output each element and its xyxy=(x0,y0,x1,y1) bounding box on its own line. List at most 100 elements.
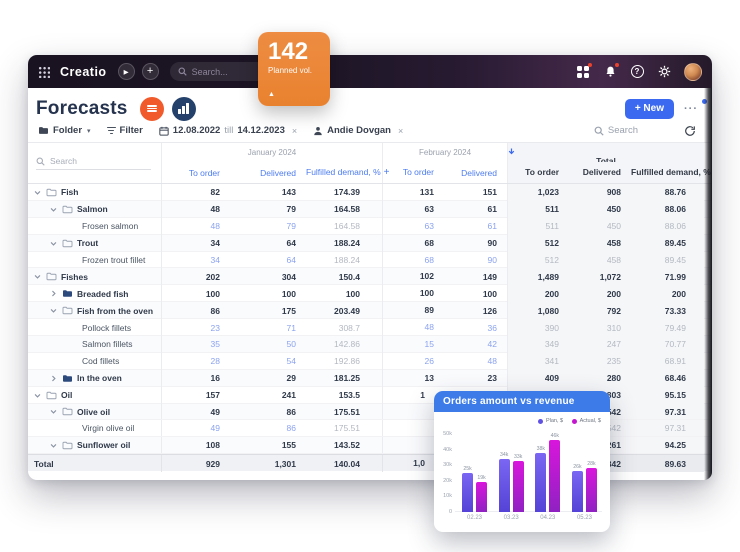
table-row[interactable]: Fishes 202 304 150.4 102 149 1,489 1,072… xyxy=(28,268,712,286)
cell-total-to-order[interactable]: 1,489 xyxy=(507,268,569,286)
cell-total-fulfilled[interactable]: 88.06 xyxy=(631,217,704,235)
table-row[interactable]: Trout 34 64 188.24 68 90 512 458 89.45 xyxy=(28,234,712,252)
app-launcher-icon[interactable] xyxy=(38,65,50,78)
cell-total-fulfilled[interactable]: 73.33 xyxy=(631,302,704,320)
cell-total-fulfilled[interactable]: 89.45 xyxy=(631,234,704,252)
cell-total-delivered[interactable]: 450 xyxy=(569,200,631,218)
cell-total-fulfilled[interactable]: 89.45 xyxy=(631,251,704,269)
chart-view-button[interactable] xyxy=(171,96,196,121)
chevron-icon[interactable] xyxy=(50,408,58,415)
row-name-cell[interactable]: Salmon xyxy=(28,200,162,218)
cell-total-delivered[interactable]: 1,072 xyxy=(569,268,631,286)
cell-jan-fulfilled[interactable]: 203.49 xyxy=(306,306,382,316)
list-view-button[interactable] xyxy=(139,96,164,121)
cell-jan-fulfilled[interactable]: 150.4 xyxy=(306,272,382,282)
chart-bar[interactable] xyxy=(535,452,547,512)
workspaces-button[interactable] xyxy=(576,62,592,79)
cell-total-fulfilled[interactable]: 95.15 xyxy=(631,386,704,404)
legend-item-plan[interactable]: Plan, $ xyxy=(538,418,563,424)
notifications-button[interactable] xyxy=(603,62,619,79)
row-name-cell[interactable]: Frosen salmon xyxy=(28,217,162,235)
cell-feb-delivered[interactable]: 90 xyxy=(444,255,507,265)
cell-jan-delivered[interactable]: 155 xyxy=(230,440,306,450)
table-row[interactable]: Salmon 48 79 164.58 63 61 511 450 88.06 xyxy=(28,200,712,218)
cell-jan-to-order[interactable]: 48 xyxy=(162,221,230,231)
cell-jan-to-order[interactable]: 34 xyxy=(162,255,230,265)
cell-jan-delivered[interactable]: 86 xyxy=(230,423,306,433)
chevron-icon[interactable] xyxy=(34,189,42,196)
row-name-cell[interactable]: Fishes xyxy=(28,268,162,286)
cell-total-delivered[interactable]: 908 xyxy=(569,184,631,201)
row-name-cell[interactable]: Virgin olive oil xyxy=(28,420,162,437)
cell-feb-to-order[interactable]: 63 xyxy=(382,200,444,218)
chart-bar[interactable] xyxy=(585,468,597,512)
table-row[interactable]: Cod fillets 28 54 192.86 26 48 341 235 6… xyxy=(28,352,712,370)
cell-feb-delivered[interactable]: 48 xyxy=(444,356,507,366)
cell-total-to-order[interactable]: 390 xyxy=(507,319,569,337)
cell-jan-delivered[interactable]: 50 xyxy=(230,339,306,349)
cell-feb-to-order[interactable]: 100 xyxy=(382,285,444,303)
cell-feb-delivered[interactable]: 42 xyxy=(444,339,507,349)
col-header-jan-delivered[interactable]: Delivered xyxy=(230,168,306,178)
table-row[interactable]: In the oven 16 29 181.25 13 23 409 280 6… xyxy=(28,369,712,387)
cell-jan-delivered[interactable]: 100 xyxy=(230,289,306,299)
chevron-icon[interactable] xyxy=(50,240,58,247)
cell-feb-to-order[interactable]: 13 xyxy=(382,369,444,387)
cell-feb-delivered[interactable]: 151 xyxy=(444,187,507,197)
cell-total-delivered[interactable]: 200 xyxy=(569,285,631,303)
cell-jan-fulfilled[interactable]: 174.39 xyxy=(306,187,382,197)
table-row[interactable]: Fish 82 143 174.39 131 151 1,023 908 88.… xyxy=(28,184,712,201)
settings-button[interactable] xyxy=(657,65,671,79)
cell-total-fulfilled[interactable]: 71.99 xyxy=(631,268,704,286)
cell-jan-fulfilled[interactable]: 181.25 xyxy=(306,373,382,383)
row-name-cell[interactable]: Breaded fish xyxy=(28,285,162,303)
remove-owner-filter-icon[interactable]: × xyxy=(398,126,403,136)
cell-total-fulfilled[interactable]: 97.31 xyxy=(631,403,704,420)
cell-total-to-order[interactable]: 1,080 xyxy=(507,302,569,320)
cell-total-delivered[interactable]: 310 xyxy=(569,319,631,337)
cell-jan-delivered[interactable]: 304 xyxy=(230,272,306,282)
cell-total-to-order[interactable]: 512 xyxy=(507,251,569,269)
row-name-cell[interactable]: Sunflower oil xyxy=(28,437,162,454)
cell-feb-to-order[interactable]: 102 xyxy=(382,268,444,286)
chart-bar[interactable] xyxy=(549,440,561,512)
cell-jan-fulfilled[interactable]: 164.58 xyxy=(306,204,382,214)
chart-bar[interactable] xyxy=(512,460,524,512)
cell-jan-to-order[interactable]: 35 xyxy=(162,339,230,349)
cell-total-fulfilled[interactable]: 68.46 xyxy=(631,369,704,387)
cell-feb-delivered[interactable]: 126 xyxy=(444,306,507,316)
cell-total-delivered[interactable]: 280 xyxy=(569,369,631,387)
cell-jan-to-order[interactable]: 100 xyxy=(162,289,230,299)
col-header-jan-fulfilled[interactable]: Fulfilled demand, % + xyxy=(306,167,390,178)
col-header-total-fulfilled[interactable]: Fulfilled demand, % xyxy=(631,162,711,183)
chart-bar[interactable] xyxy=(476,482,487,512)
date-range-filter[interactable]: 12.08.2022 till 14.12.2023 × xyxy=(159,125,297,136)
cell-feb-to-order[interactable]: 48 xyxy=(382,319,444,337)
owner-filter[interactable]: Andie Dovgan × xyxy=(313,125,403,136)
cell-feb-to-order[interactable]: 89 xyxy=(382,302,444,320)
row-name-cell[interactable]: Salmon fillets xyxy=(28,336,162,353)
legend-item-actual[interactable]: Actual, $ xyxy=(572,418,601,424)
chart-popup-header[interactable]: Orders amount vs revenue xyxy=(434,391,610,412)
new-button[interactable]: + New xyxy=(624,98,674,119)
cell-total-to-order[interactable]: 200 xyxy=(507,285,569,303)
toolbar-search-label[interactable]: Search xyxy=(608,125,638,136)
cell-jan-fulfilled[interactable]: 100 xyxy=(306,289,382,299)
chart-bar[interactable] xyxy=(462,473,473,512)
cell-feb-to-order[interactable]: 63 xyxy=(382,217,444,235)
cell-total-fulfilled[interactable]: 68.91 xyxy=(631,352,704,370)
cell-feb-to-order[interactable]: 131 xyxy=(382,184,444,201)
more-button[interactable]: ··· xyxy=(684,103,698,115)
cell-jan-to-order[interactable]: 108 xyxy=(162,440,230,450)
cell-feb-delivered[interactable]: 90 xyxy=(444,238,507,248)
cell-jan-delivered[interactable]: 175 xyxy=(230,306,306,316)
cell-jan-to-order[interactable]: 34 xyxy=(162,238,230,248)
cell-jan-delivered[interactable]: 64 xyxy=(230,255,306,265)
refresh-button[interactable] xyxy=(684,125,696,137)
cell-total-to-order[interactable]: 409 xyxy=(507,369,569,387)
cell-total-to-order[interactable]: 349 xyxy=(507,336,569,353)
chart-bar[interactable] xyxy=(571,471,583,512)
cell-feb-to-order[interactable]: 26 xyxy=(382,352,444,370)
cell-feb-to-order[interactable]: 15 xyxy=(382,336,444,353)
chevron-icon[interactable] xyxy=(34,392,42,399)
